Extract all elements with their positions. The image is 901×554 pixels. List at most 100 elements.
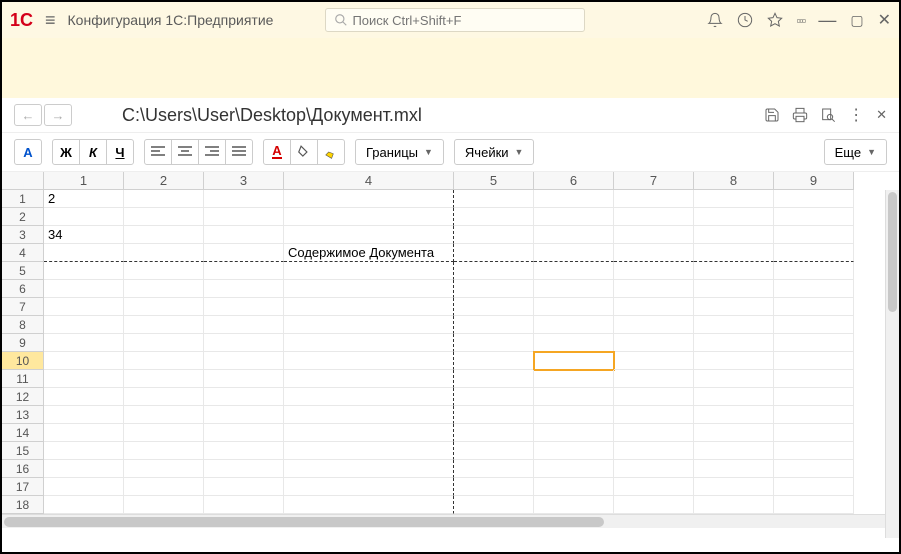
cell[interactable]: [204, 388, 284, 406]
cell[interactable]: [694, 406, 774, 424]
cell[interactable]: [534, 208, 614, 226]
cell[interactable]: [284, 190, 454, 208]
cell[interactable]: [204, 208, 284, 226]
cell[interactable]: [534, 298, 614, 316]
cell[interactable]: [774, 226, 854, 244]
cell[interactable]: [124, 370, 204, 388]
cell[interactable]: [204, 298, 284, 316]
cell[interactable]: [534, 388, 614, 406]
cell[interactable]: [284, 388, 454, 406]
cell[interactable]: [44, 262, 124, 280]
cell[interactable]: [454, 460, 534, 478]
text-color-button[interactable]: А: [263, 139, 291, 165]
vertical-scrollbar[interactable]: [885, 190, 899, 538]
cell[interactable]: [284, 208, 454, 226]
cell[interactable]: [534, 496, 614, 514]
cell[interactable]: [614, 424, 694, 442]
cell[interactable]: [774, 334, 854, 352]
cell[interactable]: [204, 442, 284, 460]
cell[interactable]: [454, 406, 534, 424]
cell[interactable]: [44, 334, 124, 352]
cell[interactable]: [44, 460, 124, 478]
maximize-icon[interactable]: ▢: [850, 12, 863, 29]
cell[interactable]: [284, 352, 454, 370]
cell[interactable]: [694, 496, 774, 514]
cell[interactable]: [124, 352, 204, 370]
cell[interactable]: [284, 496, 454, 514]
spreadsheet-grid[interactable]: 1234567891223344Содержимое Документа5678…: [2, 172, 899, 514]
cell[interactable]: [204, 352, 284, 370]
cell[interactable]: [44, 280, 124, 298]
cell[interactable]: [204, 424, 284, 442]
col-header[interactable]: 7: [614, 172, 694, 190]
font-button[interactable]: А: [14, 139, 42, 165]
cell[interactable]: [774, 316, 854, 334]
back-button[interactable]: ←: [14, 104, 42, 126]
cell[interactable]: [44, 406, 124, 424]
cell[interactable]: [124, 280, 204, 298]
cell[interactable]: [454, 280, 534, 298]
col-header[interactable]: 1: [44, 172, 124, 190]
cell[interactable]: [614, 442, 694, 460]
cell[interactable]: [694, 352, 774, 370]
row-header[interactable]: 9: [2, 334, 44, 352]
cell[interactable]: [44, 442, 124, 460]
cell[interactable]: [454, 298, 534, 316]
cell[interactable]: [614, 298, 694, 316]
cell[interactable]: [204, 244, 284, 262]
row-header[interactable]: 3: [2, 226, 44, 244]
cell[interactable]: [774, 496, 854, 514]
cell[interactable]: [614, 370, 694, 388]
cell[interactable]: [614, 280, 694, 298]
cell[interactable]: [284, 424, 454, 442]
cell[interactable]: [454, 244, 534, 262]
close-icon[interactable]: ✕: [878, 10, 891, 30]
cell[interactable]: [124, 460, 204, 478]
cell[interactable]: [614, 460, 694, 478]
align-right-button[interactable]: [198, 139, 226, 165]
cell[interactable]: [534, 424, 614, 442]
row-header[interactable]: 2: [2, 208, 44, 226]
search-input[interactable]: [352, 13, 576, 28]
cells-button[interactable]: Ячейки▼: [454, 139, 535, 165]
cell[interactable]: [124, 406, 204, 424]
cell[interactable]: [284, 262, 454, 280]
row-header[interactable]: 6: [2, 280, 44, 298]
cell[interactable]: [534, 406, 614, 424]
cell[interactable]: [204, 226, 284, 244]
save-icon[interactable]: [764, 107, 780, 123]
cell[interactable]: [284, 478, 454, 496]
cell[interactable]: [204, 478, 284, 496]
minimize-icon[interactable]: —: [818, 10, 836, 31]
row-header[interactable]: 13: [2, 406, 44, 424]
cell[interactable]: [284, 316, 454, 334]
apps-icon[interactable]: ▫▫▫: [797, 13, 805, 28]
row-header[interactable]: 16: [2, 460, 44, 478]
italic-button[interactable]: К: [79, 139, 107, 165]
cell[interactable]: [454, 226, 534, 244]
cell[interactable]: [44, 298, 124, 316]
cell[interactable]: [694, 244, 774, 262]
cell[interactable]: [204, 370, 284, 388]
underline-button[interactable]: Ч: [106, 139, 134, 165]
cell[interactable]: [774, 442, 854, 460]
cell[interactable]: [694, 190, 774, 208]
cell[interactable]: [204, 190, 284, 208]
cell[interactable]: [44, 388, 124, 406]
align-center-button[interactable]: [171, 139, 199, 165]
cell[interactable]: [774, 388, 854, 406]
cell[interactable]: [124, 262, 204, 280]
cell[interactable]: [124, 316, 204, 334]
cell[interactable]: [124, 478, 204, 496]
cell[interactable]: [774, 298, 854, 316]
cell[interactable]: [124, 334, 204, 352]
cell[interactable]: [44, 352, 124, 370]
cell[interactable]: [124, 442, 204, 460]
cell[interactable]: [534, 352, 614, 370]
cell[interactable]: [774, 406, 854, 424]
cell[interactable]: [284, 226, 454, 244]
preview-icon[interactable]: [820, 107, 836, 123]
cell[interactable]: [694, 316, 774, 334]
row-header[interactable]: 14: [2, 424, 44, 442]
cell[interactable]: [44, 496, 124, 514]
